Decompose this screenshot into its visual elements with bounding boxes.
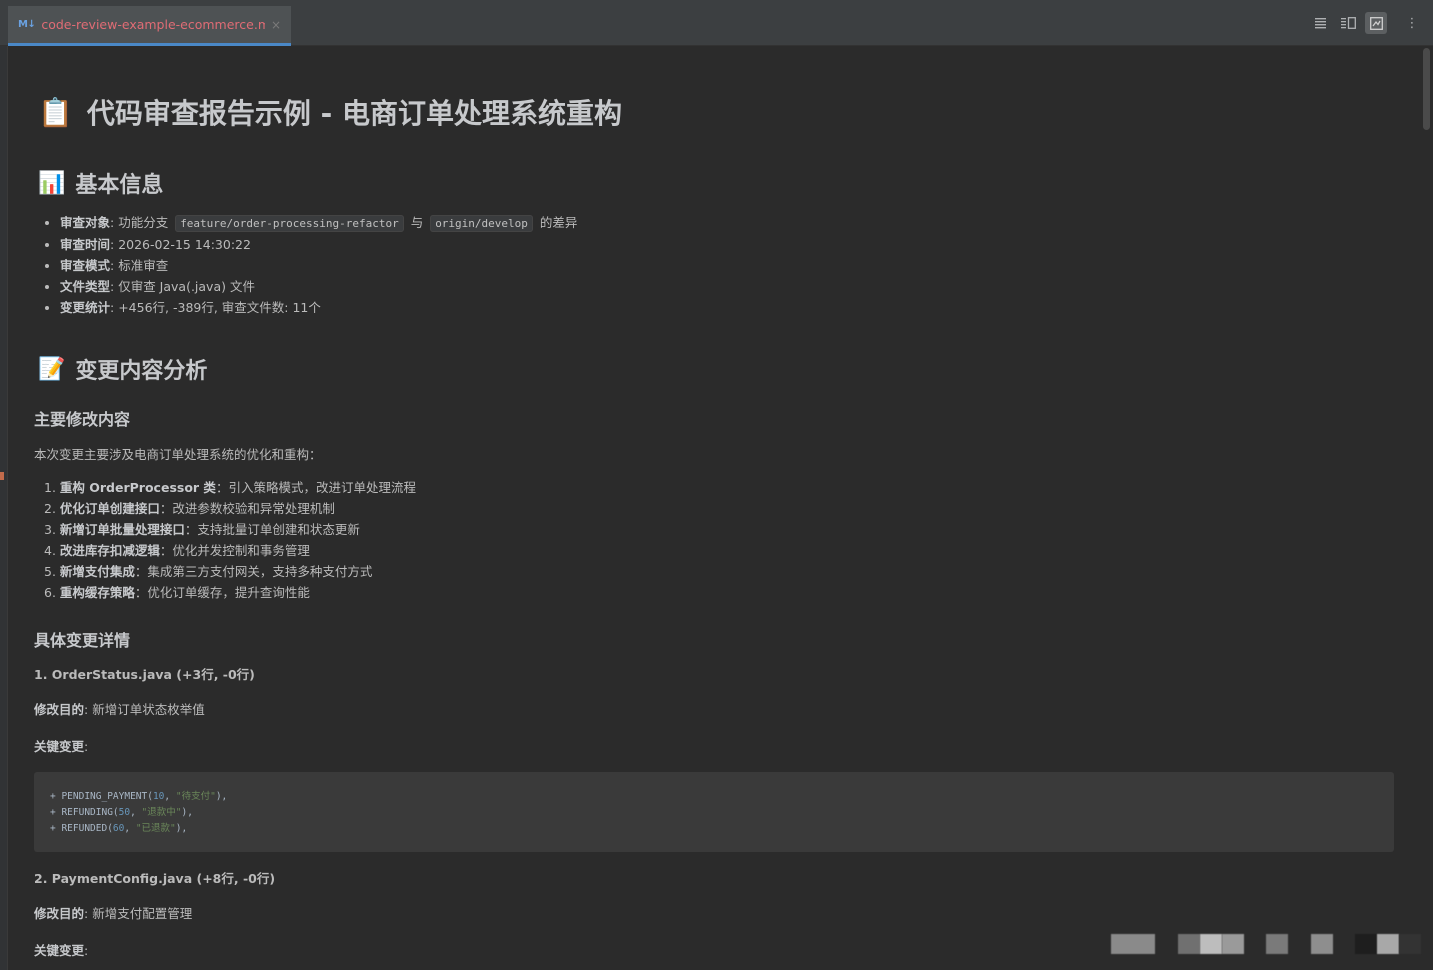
chart-icon: 📊 bbox=[38, 170, 66, 196]
document-title-text: 代码审查报告示例 - 电商订单处理系统重构 bbox=[86, 97, 622, 130]
main-changes-list: 1. 重构 OrderProcessor 类：引入策略模式，改进订单处理流程 2… bbox=[44, 477, 416, 603]
list-item: 审查时间: 2026-02-15 14:30:22 bbox=[42, 234, 577, 255]
close-icon[interactable]: × bbox=[271, 18, 281, 32]
list-item: 5. 新增支付集成：集成第三方支付网关，支持多种支付方式 bbox=[44, 564, 373, 579]
list-item: 1. 重构 OrderProcessor 类：引入策略模式，改进订单处理流程 bbox=[44, 480, 416, 495]
tab-title: code-review-example-ecommerce.md bbox=[41, 17, 265, 32]
list-item: 2. 优化订单创建接口：改进参数校验和异常处理机制 bbox=[44, 501, 335, 516]
list-item: 变更统计: +456行, -389行, 审查文件数: 11个 bbox=[42, 297, 577, 318]
editor-and-preview-button[interactable] bbox=[1337, 12, 1359, 34]
code-line: + REFUNDED(60, "已退款"), bbox=[50, 823, 188, 834]
file2-key-changes-label: 关键变更: bbox=[34, 943, 89, 958]
heading-change-analysis: 📝 变更内容分析 bbox=[38, 353, 207, 385]
document-title: 📋 代码审查报告示例 - 电商订单处理系统重构 bbox=[38, 92, 622, 132]
clipboard-icon: 📋 bbox=[38, 95, 73, 129]
file2-purpose: 修改目的: 新增支付配置管理 bbox=[34, 906, 193, 921]
split-view-icon bbox=[1340, 17, 1356, 29]
list-item: 6. 重构缓存策略：优化订单缓存，提升查询性能 bbox=[44, 585, 310, 600]
list-item: 3. 新增订单批量处理接口：支持批量订单创建和状态更新 bbox=[44, 522, 360, 537]
list-item: 审查模式: 标准审查 bbox=[42, 255, 577, 276]
file1-purpose: 修改目的: 新增订单状态枚举值 bbox=[34, 702, 205, 717]
heading-change-details: 具体变更详情 bbox=[34, 631, 131, 650]
editor-only-button[interactable] bbox=[1309, 12, 1331, 34]
left-gutter bbox=[0, 46, 7, 970]
inline-code: feature/order-processing-refactor bbox=[175, 215, 404, 232]
intro-paragraph: 本次变更主要涉及电商订单处理系统的优化和重构： bbox=[34, 447, 322, 462]
gutter-marker bbox=[0, 472, 4, 480]
file1-title: 1. OrderStatus.java (+3行, -0行) bbox=[34, 667, 255, 682]
inline-code: origin/develop bbox=[430, 215, 533, 232]
code-line: + PENDING_PAYMENT(10, "待支付"), bbox=[50, 791, 228, 802]
code-line: + REFUNDING(50, "退款中"), bbox=[50, 807, 193, 818]
preview-icon bbox=[1369, 16, 1383, 30]
memo-icon: 📝 bbox=[38, 356, 66, 382]
list-item: 4. 改进库存扣减逻辑：优化并发控制和事务管理 bbox=[44, 543, 310, 558]
tab-code-review-example[interactable]: M↓ code-review-example-ecommerce.md × bbox=[8, 6, 291, 46]
heading-main-changes: 主要修改内容 bbox=[34, 410, 131, 429]
markdown-preview[interactable]: 📋 代码审查报告示例 - 电商订单处理系统重构 📊 基本信息 审查对象: 功能分… bbox=[7, 46, 1420, 970]
more-options-button[interactable]: ⋮ bbox=[1401, 12, 1423, 34]
list-item: 审查对象: 功能分支 feature/order-processing-refa… bbox=[42, 212, 577, 234]
editor-only-icon bbox=[1314, 18, 1326, 29]
heading-basic-info: 📊 基本信息 bbox=[38, 167, 163, 199]
preview-only-button[interactable] bbox=[1365, 12, 1387, 34]
basic-info-list: 审查对象: 功能分支 feature/order-processing-refa… bbox=[42, 212, 577, 318]
editor-tab-bar: M↓ code-review-example-ecommerce.md × ⋮ bbox=[0, 0, 1433, 46]
markdown-file-icon: M↓ bbox=[18, 19, 36, 30]
file2-title: 2. PaymentConfig.java (+8行, -0行) bbox=[34, 871, 276, 886]
heading-change-analysis-text: 变更内容分析 bbox=[75, 359, 208, 384]
code-block: + PENDING_PAYMENT(10, "待支付"), + REFUNDIN… bbox=[34, 772, 1394, 852]
heading-basic-info-text: 基本信息 bbox=[75, 173, 164, 198]
list-item: 文件类型: 仅审查 Java(.java) 文件 bbox=[42, 276, 577, 297]
preview-toolbar: ⋮ bbox=[1309, 12, 1423, 34]
file1-key-changes-label: 关键变更: bbox=[34, 739, 89, 754]
scrollbar-thumb[interactable] bbox=[1423, 48, 1430, 130]
vertical-scrollbar[interactable] bbox=[1420, 46, 1433, 970]
